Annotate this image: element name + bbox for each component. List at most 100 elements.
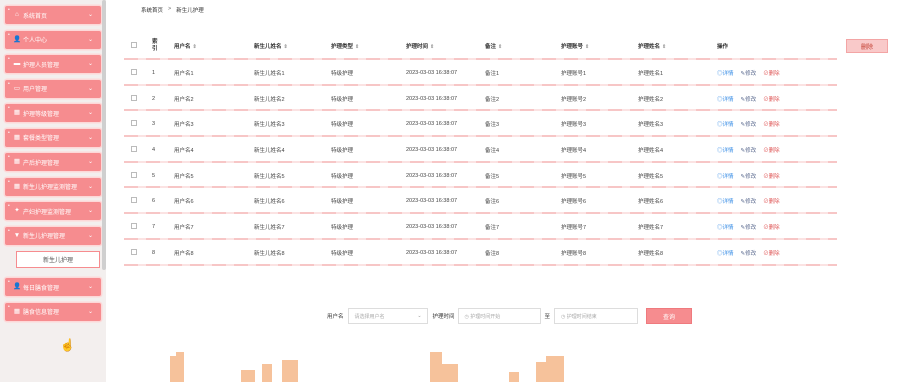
cell-note: 备注1 bbox=[485, 70, 500, 77]
cell-username: 用户名3 bbox=[174, 122, 194, 129]
cell-baby-name: 新生儿姓名8 bbox=[254, 250, 285, 257]
delete-button[interactable]: ⊘删除 bbox=[763, 146, 780, 154]
username-select[interactable]: 请选择用户名 ⌄ bbox=[347, 308, 428, 324]
detail-button[interactable]: ◎详情 bbox=[717, 197, 734, 205]
row-checkbox[interactable] bbox=[131, 120, 137, 128]
edit-button[interactable]: ✎修改 bbox=[741, 69, 757, 77]
cell-nurse-name: 护理姓名3 bbox=[638, 122, 664, 129]
sort-icon[interactable]: ⇕ bbox=[355, 44, 359, 50]
edit-button[interactable]: ✎修改 bbox=[741, 172, 757, 180]
header-time[interactable]: 护理时间 ⇕ bbox=[406, 42, 434, 50]
cell-ops: ◎详情 ✎修改 ⊘删除 bbox=[717, 69, 780, 77]
cell-username: 用户名2 bbox=[174, 96, 194, 103]
delete-button[interactable]: ⊘删除 bbox=[763, 223, 780, 231]
detail-button[interactable]: ◎详情 bbox=[717, 223, 734, 231]
delete-button[interactable]: ⊘删除 bbox=[763, 172, 780, 180]
detail-button[interactable]: ◎详情 bbox=[717, 69, 734, 77]
edit-button[interactable]: ✎修改 bbox=[741, 249, 757, 257]
cell-index: 3 bbox=[152, 121, 156, 128]
edit-button[interactable]: ✎修改 bbox=[741, 146, 757, 154]
dot-icon: • bbox=[8, 154, 10, 160]
sidebar-menu-item[interactable]: • ▦ 产后护理管理 ⌄ bbox=[5, 153, 101, 171]
cell-type: 特级护理 bbox=[331, 199, 354, 206]
row-checkbox[interactable] bbox=[131, 94, 137, 103]
breadcrumb-home[interactable]: 系统首页 bbox=[141, 6, 163, 14]
sort-icon[interactable]: ⇕ bbox=[284, 44, 288, 50]
home-icon: ⌂ bbox=[15, 11, 19, 18]
detail-button[interactable]: ◎详情 bbox=[717, 172, 734, 180]
chevron-down-icon: ⌄ bbox=[87, 183, 93, 190]
sort-icon[interactable]: ⇕ bbox=[193, 44, 197, 50]
sort-icon[interactable]: ⇕ bbox=[430, 44, 434, 50]
delete-button[interactable]: ⊘删除 bbox=[763, 197, 780, 205]
table-row: 2 用户名2 新生儿姓名2 特级护理 2023-03-03 16:38:07 备注2 护理账… bbox=[124, 86, 837, 112]
row-checkbox[interactable] bbox=[131, 145, 137, 154]
delete-button[interactable]: ⊘删除 bbox=[763, 120, 780, 128]
sidebar-menu-item[interactable]: • ▦ 膳食信息管理 ⌄ bbox=[5, 302, 101, 321]
delete-button[interactable]: ⊘删除 bbox=[763, 249, 780, 257]
row-checkbox[interactable] bbox=[131, 197, 137, 205]
header-nurse-name[interactable]: 护理姓名 ⇕ bbox=[638, 42, 666, 50]
sort-icon[interactable]: ⇕ bbox=[498, 44, 502, 50]
header-ops: 操作 bbox=[717, 44, 729, 50]
sidebar-menu-item[interactable]: • ⌂ 系统首页 ⌄ bbox=[5, 6, 101, 24]
table-row: 4 用户名4 新生儿姓名4 特级护理 2023-03-03 16:38:07 备注4 护理账… bbox=[124, 137, 837, 163]
sidebar-menu-item[interactable]: • ▦ 套餐类型管理 ⌄ bbox=[5, 128, 101, 147]
row-checkbox[interactable] bbox=[131, 222, 137, 231]
sidebar-menu-item[interactable]: • ▦ 新生儿护理监测管理 ⌄ bbox=[5, 177, 101, 196]
detail-button[interactable]: ◎详情 bbox=[717, 146, 734, 154]
sidebar-submenu-item[interactable]: 新生儿护理 bbox=[16, 251, 100, 268]
row-checkbox[interactable] bbox=[131, 171, 137, 180]
select-all-checkbox[interactable] bbox=[131, 42, 137, 50]
sort-icon[interactable]: ⇕ bbox=[662, 44, 666, 50]
header-note[interactable]: 备注 ⇕ bbox=[485, 42, 502, 50]
sort-icon[interactable]: ⇕ bbox=[585, 44, 589, 50]
edit-button[interactable]: ✎修改 bbox=[741, 120, 757, 128]
detail-button[interactable]: ◎详情 bbox=[717, 95, 734, 103]
sidebar-menu-item[interactable]: • ▬ 护理人员管理 ⌄ bbox=[5, 55, 101, 73]
row-checkbox[interactable] bbox=[131, 248, 137, 257]
sidebar-menu-item[interactable]: • 👤 个人中心 ⌄ bbox=[5, 30, 101, 49]
sidebar-menu-item[interactable]: • ▭ 用户管理 ⌄ bbox=[5, 79, 101, 98]
delete-button[interactable]: ⊘删除 bbox=[763, 69, 780, 77]
search-button[interactable]: 查询 bbox=[646, 308, 693, 324]
cell-nurse-name: 护理姓名4 bbox=[638, 147, 664, 154]
header-baby-name[interactable]: 新生儿姓名 ⇕ bbox=[254, 42, 288, 50]
chevron-down-icon: ⌄ bbox=[87, 12, 93, 18]
sidebar: • ⌂ 系统首页 ⌄ • 👤 个人中心 ⌄ • ▬ 护理人员管理 ⌄ • ▭ 用户管理 ⌄ • ▦ 护理等级管理 ⌄ •… bbox=[0, 0, 106, 382]
row-checkbox[interactable] bbox=[131, 68, 137, 77]
data-table: 索引 用户名 ⇕ 新生儿姓名 ⇕ 护理类型 ⇕ 护理时间 ⇕ 备注 ⇕ 护理账号 ⇕ 护理姓… bbox=[124, 32, 837, 266]
header-type[interactable]: 护理类型 ⇕ bbox=[331, 42, 359, 50]
cell-index: 2 bbox=[152, 95, 156, 102]
header-account[interactable]: 护理账号 ⇕ bbox=[561, 42, 589, 50]
cell-baby-name: 新生儿姓名5 bbox=[254, 173, 285, 180]
sidebar-menu-item[interactable]: • ✦ 产妇护理监测管理 ⌄ bbox=[5, 202, 101, 220]
edit-button[interactable]: ✎修改 bbox=[741, 197, 757, 205]
time-end-input[interactable]: ◷ 护理时间结束 bbox=[554, 308, 639, 324]
header-username[interactable]: 用户名 ⇕ bbox=[174, 42, 197, 50]
user-icon: 👤 bbox=[13, 35, 22, 43]
edit-button[interactable]: ✎修改 bbox=[741, 223, 757, 231]
edit-button[interactable]: ✎修改 bbox=[741, 95, 757, 103]
sidebar-scrollbar[interactable] bbox=[102, 0, 106, 270]
cell-ops: ◎详情 ✎修改 ⊘删除 bbox=[717, 249, 780, 257]
mouse-cursor: ☝ bbox=[60, 338, 75, 352]
briefcase-icon: ▬ bbox=[13, 60, 21, 67]
cell-baby-name: 新生儿姓名2 bbox=[254, 96, 285, 103]
detail-button[interactable]: ◎详情 bbox=[717, 120, 734, 128]
sidebar-menu-item[interactable]: • ▼ 新生儿护理管理 ⌄ bbox=[5, 226, 101, 245]
search-bar: 用户名 请选择用户名 ⌄ 护理时间 ◷ 护理时间开始 至 ◷ 护理时间结束 查询 bbox=[327, 307, 693, 325]
sidebar-menu-label: 护理等级管理 bbox=[23, 111, 60, 118]
cell-note: 备注8 bbox=[485, 250, 500, 257]
cell-username: 用户名8 bbox=[174, 250, 194, 257]
cell-ops: ◎详情 ✎修改 ⊘删除 bbox=[717, 95, 780, 103]
grid-icon: ▦ bbox=[13, 307, 21, 315]
detail-button[interactable]: ◎详情 bbox=[717, 249, 734, 257]
time-start-input[interactable]: ◷ 护理时间开始 bbox=[457, 308, 541, 324]
dot-icon: • bbox=[8, 105, 10, 111]
batch-delete-button[interactable]: 删除 bbox=[846, 39, 888, 53]
sidebar-menu-item[interactable]: • 👤 每日膳食管理 ⌄ bbox=[5, 278, 101, 296]
cell-ops: ◎详情 ✎修改 ⊘删除 bbox=[717, 146, 780, 154]
sidebar-menu-item[interactable]: • ▦ 护理等级管理 ⌄ bbox=[5, 104, 101, 122]
delete-button[interactable]: ⊘删除 bbox=[763, 95, 780, 103]
